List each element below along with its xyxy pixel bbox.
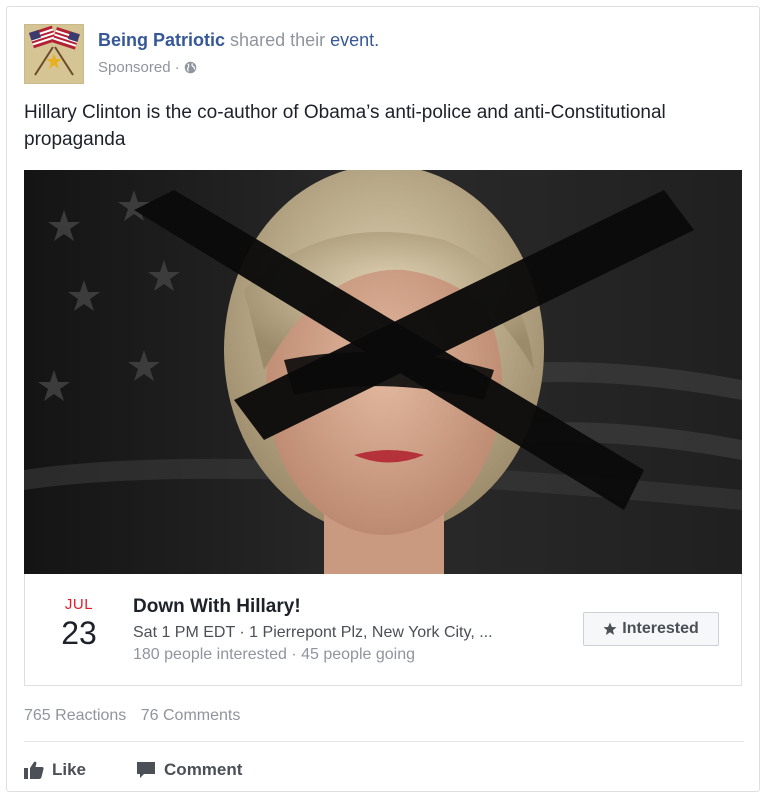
header-line: Being Patriotic shared their event. bbox=[98, 30, 379, 51]
divider bbox=[24, 741, 744, 742]
separator-dot: · bbox=[174, 59, 180, 76]
header-text: Being Patriotic shared their event. Spon… bbox=[98, 30, 379, 76]
event-link[interactable]: event. bbox=[330, 30, 379, 50]
thumbs-up-icon bbox=[24, 761, 44, 779]
comments-count[interactable]: 76 Comments bbox=[141, 707, 241, 724]
cover-photo bbox=[24, 170, 742, 574]
globe-icon bbox=[184, 61, 196, 74]
event-day: 23 bbox=[61, 615, 97, 651]
star-icon bbox=[603, 622, 617, 635]
event-meta: Sat 1 PM EDT · 1 Pierrepont Plz, New Yor… bbox=[133, 624, 493, 641]
post-header: Being Patriotic shared their event. Spon… bbox=[24, 24, 724, 88]
interested-label: Interested bbox=[622, 620, 699, 637]
interested-button[interactable]: Interested bbox=[583, 612, 719, 646]
comment-label: Comment bbox=[164, 760, 243, 779]
sponsored-label[interactable]: Sponsored bbox=[98, 59, 171, 76]
event-info: Down With Hillary! Sat 1 PM EDT · 1 Pier… bbox=[133, 596, 563, 664]
comment-icon bbox=[137, 762, 156, 778]
event-attachment[interactable]: JUL 23 Down With Hillary! Sat 1 PM EDT ·… bbox=[24, 574, 742, 686]
event-stats: 180 people interested · 45 people going bbox=[133, 646, 415, 663]
event-title[interactable]: Down With Hillary! bbox=[133, 596, 563, 618]
page-avatar[interactable] bbox=[24, 24, 84, 84]
engagement-counts: 765 Reactions 76 Comments bbox=[24, 707, 250, 725]
post-text: Hillary Clinton is the co-author of Obam… bbox=[24, 102, 666, 150]
action-text: shared their bbox=[230, 30, 326, 50]
event-date: JUL 23 bbox=[43, 596, 115, 652]
event-month: JUL bbox=[64, 596, 94, 613]
sponsored-line: Sponsored · bbox=[98, 59, 379, 76]
post-card: Being Patriotic shared their event. Spon… bbox=[6, 6, 760, 792]
like-button[interactable]: Like bbox=[24, 760, 86, 780]
flags-logo-icon bbox=[25, 25, 83, 83]
page-name-link[interactable]: Being Patriotic bbox=[98, 30, 225, 50]
comment-button[interactable]: Comment bbox=[136, 760, 242, 780]
reactions-count[interactable]: 765 Reactions bbox=[24, 707, 126, 724]
event-cover-image[interactable] bbox=[24, 170, 742, 574]
action-bar: Like Comment bbox=[24, 755, 292, 785]
like-label: Like bbox=[52, 760, 87, 779]
